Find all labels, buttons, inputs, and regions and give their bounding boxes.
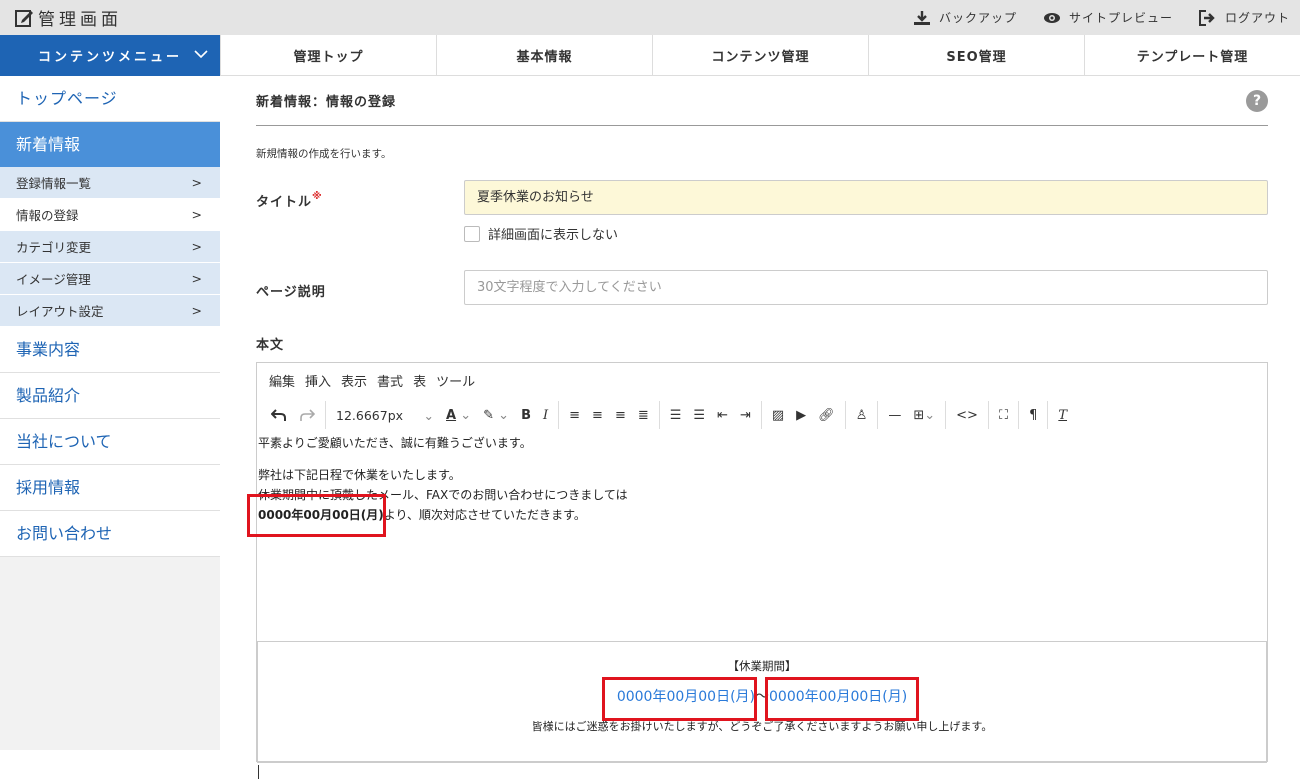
align-center-icon[interactable]: ≡ (586, 401, 609, 429)
page-description: 新規情報の作成を行います。 (256, 148, 392, 160)
menu-insert[interactable]: 挿入 (305, 371, 331, 390)
chevron-right-icon: > (191, 207, 202, 222)
undo-icon[interactable] (265, 401, 293, 429)
sidebar-item-products[interactable]: 製品紹介 (0, 373, 220, 419)
fullscreen-icon[interactable]: ⛶ (993, 401, 1014, 429)
source-code-icon[interactable]: <> (950, 401, 984, 429)
align-right-icon[interactable]: ≡ (609, 401, 632, 429)
body-label: 本文 (256, 338, 285, 353)
page-desc-input[interactable]: 30文字程度で入力してください (464, 270, 1268, 305)
title-input[interactable]: 夏季休業のお知らせ (464, 180, 1268, 215)
menu-view[interactable]: 表示 (341, 371, 367, 390)
menu-format[interactable]: 書式 (377, 371, 403, 390)
notice-dates: 0000年00月00日(月)〜0000年00月00日(月) (258, 686, 1266, 706)
sidebar-item-contact[interactable]: お問い合わせ (0, 511, 220, 557)
sidebar-subitem-category[interactable]: カテゴリ変更 > (0, 231, 220, 263)
help-icon[interactable]: ? (1246, 89, 1268, 112)
body-line-2: 弊社は下記日程で休業をいたします。 (258, 468, 461, 482)
media-icon[interactable]: ▶ (790, 401, 812, 429)
tab-template-management[interactable]: テンプレート管理 (1084, 35, 1300, 75)
top-bar: 管理画面 バックアップ サイトプレビュー ログアウト (0, 0, 1300, 35)
highlight-box-end-date (765, 677, 919, 721)
chevron-down-icon (194, 50, 208, 59)
chevron-right-icon: > (191, 239, 202, 254)
sidebar-item-recruit[interactable]: 採用情報 (0, 465, 220, 511)
sidebar-subitem-images[interactable]: イメージ管理 > (0, 263, 220, 295)
backup-link[interactable]: バックアップ (913, 9, 1017, 26)
italic-icon[interactable]: I (537, 401, 554, 429)
page-title: 新着情報：情報の登録 (256, 95, 397, 110)
chevron-right-icon: > (191, 303, 202, 318)
stamp-icon[interactable]: ♙ (850, 401, 874, 429)
show-blocks-icon[interactable]: ¶ (1023, 401, 1043, 429)
tab-admin-top[interactable]: 管理トップ (220, 35, 436, 75)
bullet-list-icon[interactable]: ☰ (664, 401, 688, 429)
edit-icon (15, 9, 33, 27)
notice-message: 皆様にはご迷惑をお掛けいたしますが、どうぞご了承くださいますようお願い申し上げま… (531, 720, 993, 733)
sidebar-item-top-page[interactable]: トップページ (0, 76, 220, 122)
redo-icon[interactable] (293, 401, 321, 429)
highlight-box-start-date (602, 677, 757, 721)
required-mark: ※ (312, 191, 323, 202)
nav-row: コンテンツメニュー 管理トップ 基本情報 コンテンツ管理 SEO管理 テンプレー… (0, 35, 1300, 76)
main-content: 新着情報：情報の登録 ? 新規情報の作成を行います。 タイトル※ 夏季休業のお知… (220, 76, 1300, 779)
menu-table[interactable]: 表 (413, 371, 426, 390)
table-icon[interactable]: ⊞ ⌄ (907, 401, 941, 429)
sidebar-subitem-layout[interactable]: レイアウト設定 > (0, 295, 220, 327)
editor-toolbar: 12.6667px ⌄ A ⌄ ✎ ⌄ B I ≡ ≡ ≡ ≣ ☰ ☰ ⇤ ⇥ (257, 397, 1267, 433)
chevron-right-icon: > (191, 175, 202, 190)
link-icon[interactable]: 🔗︎ (812, 401, 841, 429)
app-title: 管理画面 (38, 10, 122, 30)
bold-icon[interactable]: B (515, 401, 537, 429)
menu-tools[interactable]: ツール (436, 371, 475, 390)
highlight-color-icon[interactable]: ✎ ⌄ (477, 401, 515, 429)
logout-link[interactable]: ログアウト (1198, 9, 1290, 26)
download-icon (913, 10, 930, 25)
eye-icon (1043, 12, 1060, 23)
tab-seo-management[interactable]: SEO管理 (868, 35, 1084, 75)
editor-menubar: 編集 挿入 表示 書式 表 ツール (257, 363, 1267, 397)
chevron-right-icon: > (191, 271, 202, 286)
text-caret (258, 765, 259, 779)
holiday-notice-box: 【休業期間】 0000年00月00日(月)〜0000年00月00日(月) 皆様に… (257, 641, 1267, 763)
sidebar-subitem-register[interactable]: 情報の登録 > (0, 199, 220, 231)
menu-edit[interactable]: 編集 (269, 371, 295, 390)
hide-detail-option[interactable]: 詳細画面に表示しない (464, 224, 618, 243)
notice-title: 【休業期間】 (727, 659, 797, 673)
content-menu-toggle[interactable]: コンテンツメニュー (0, 35, 220, 76)
chevron-down-icon: ⌄ (423, 407, 434, 423)
font-size-select[interactable]: 12.6667px ⌄ (330, 401, 440, 429)
tab-basic-info[interactable]: 基本情報 (436, 35, 652, 75)
align-justify-icon[interactable]: ≣ (632, 401, 655, 429)
tab-content-management[interactable]: コンテンツ管理 (652, 35, 868, 75)
sidebar-item-about[interactable]: 当社について (0, 419, 220, 465)
horizontal-rule-icon[interactable]: — (882, 401, 907, 429)
editor-body[interactable]: 平素よりご愛顧いただき、誠に有難うございます。 弊社は下記日程で休業をいたします… (247, 433, 1267, 779)
align-left-icon[interactable]: ≡ (563, 401, 586, 429)
body-line-1: 平素よりご愛顧いただき、誠に有難うございます。 (258, 436, 532, 450)
image-icon[interactable]: ▨ (766, 401, 790, 429)
body-line-3: 休業期間中に頂戴したメール、FAXでのお問い合わせにつきましては (258, 488, 628, 502)
page-desc-label: ページ説明 (256, 285, 326, 300)
sidebar-item-business[interactable]: 事業内容 (0, 327, 220, 373)
text-color-icon[interactable]: A ⌄ (440, 401, 477, 429)
highlight-box-reopen-date (247, 494, 386, 537)
numbered-list-icon[interactable]: ☰ (687, 401, 711, 429)
logout-icon (1198, 9, 1215, 26)
hide-detail-checkbox[interactable] (464, 225, 480, 242)
page-header: 新着情報：情報の登録 ? (256, 76, 1268, 126)
sidebar-item-news[interactable]: 新着情報 (0, 122, 220, 167)
app-logo[interactable]: 管理画面 (0, 5, 122, 30)
sidebar-subitem-list[interactable]: 登録情報一覧 > (0, 167, 220, 199)
rich-text-editor: 編集 挿入 表示 書式 表 ツール 12.6667px ⌄ A ⌄ ✎ ⌄ B … (247, 362, 1268, 779)
title-label: タイトル※ (256, 191, 323, 210)
reopen-text: より、順次対応させていただきます。 (383, 508, 586, 522)
sidebar: トップページ 新着情報 登録情報一覧 > 情報の登録 > カテゴリ変更 > イメ… (0, 76, 220, 750)
site-preview-link[interactable]: サイトプレビュー (1043, 9, 1173, 26)
clear-format-icon[interactable]: T (1052, 401, 1073, 429)
main-tabs: 管理トップ 基本情報 コンテンツ管理 SEO管理 テンプレート管理 (220, 35, 1300, 76)
body-line-4: 0000年00月00日(月)より、順次対応させていただきます。 (257, 505, 1267, 525)
indent-icon[interactable]: ⇥ (734, 401, 757, 429)
outdent-icon[interactable]: ⇤ (711, 401, 734, 429)
